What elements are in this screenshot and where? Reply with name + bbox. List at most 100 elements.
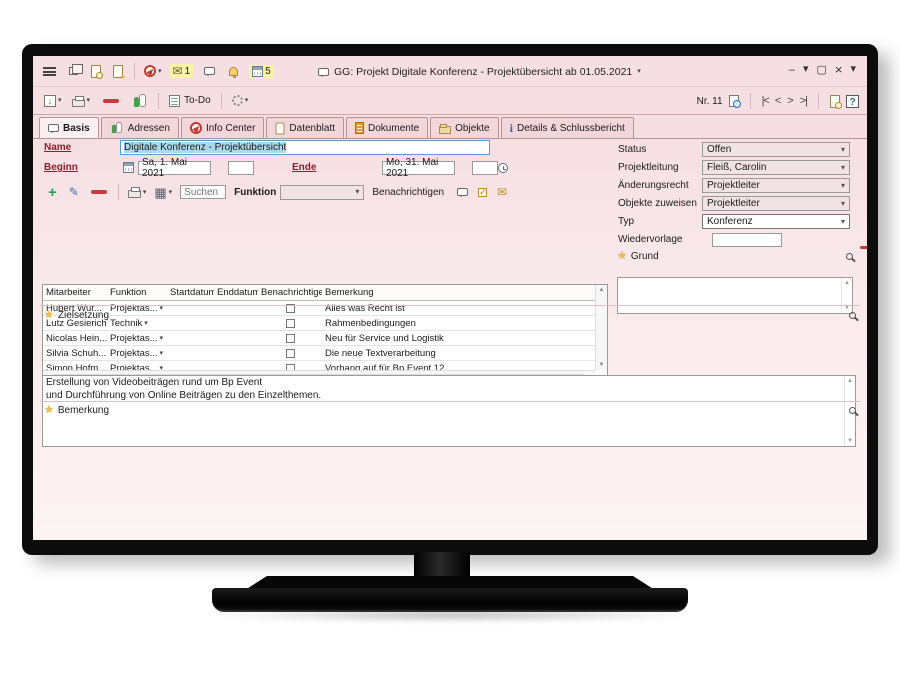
members-table: Mitarbeiter Funktion Startdatum Enddatum… (42, 284, 608, 384)
windows-icon[interactable] (69, 67, 78, 75)
menu-icon[interactable] (43, 67, 56, 76)
tab-datenblatt[interactable]: Datenblatt (266, 117, 344, 138)
content: Name Digitale Konferenz - Projektübersic… (33, 139, 867, 540)
ende-time-icon[interactable] (498, 163, 508, 173)
tab-label: Details & Schlussbericht (517, 123, 625, 134)
status-dropdown[interactable]: Offen▾ (702, 142, 850, 157)
add-member-button[interactable]: + (48, 185, 57, 200)
scroll-up-icon[interactable]: ▲ (599, 287, 605, 293)
tab-info-center[interactable]: Info Center (181, 117, 264, 138)
notify-checkbox-icon[interactable] (478, 188, 487, 197)
chevron-down-icon: ▾ (245, 97, 249, 104)
workflow-icon (232, 95, 243, 106)
cell-funktion[interactable]: Projektas...▾ (107, 333, 167, 344)
table-row[interactable]: Silvia Schuh... Projektas...▾ Die neue T… (43, 346, 595, 361)
cell-mitarbeiter: Nicolas Hein... (43, 333, 107, 344)
scroll-down-icon[interactable]: ▼ (599, 362, 605, 368)
chat-icon[interactable] (204, 67, 215, 75)
beginn-date-input[interactable]: Sa, 1. Mai 2021 (138, 161, 211, 175)
objekte-zuweisen-dropdown[interactable]: Projektleiter▾ (702, 196, 850, 211)
monitor-shadow (205, 608, 700, 622)
nav-prev-button[interactable]: < (775, 95, 781, 107)
minimize-options-icon[interactable]: ▾ (800, 64, 812, 75)
mail-badge-button[interactable]: ✉ 1 (170, 64, 194, 78)
wiedervorlage-input[interactable] (712, 233, 782, 247)
delete-button[interactable] (103, 99, 119, 103)
tab-dokumente[interactable]: Dokumente (346, 117, 428, 138)
schedule-icon[interactable] (830, 95, 840, 108)
edit-member-button[interactable]: ✎ (69, 186, 79, 198)
title-chevron-icon[interactable]: ▾ (637, 68, 641, 75)
wiedervorlage-clear-button[interactable] (860, 246, 867, 249)
name-input[interactable]: Digitale Konferenz - Projektübersicht (120, 140, 490, 155)
search-input[interactable] (180, 185, 226, 199)
minimize-button[interactable]: ‒ (786, 64, 798, 76)
notes-badge-button[interactable]: 5 (249, 65, 274, 78)
notify-checkbox[interactable] (286, 349, 295, 358)
notify-checkbox[interactable] (286, 334, 295, 343)
workflow-button[interactable]: ▾ (232, 95, 249, 106)
record-history-icon[interactable] (729, 95, 739, 107)
document-favorite-icon[interactable] (113, 65, 123, 78)
nav-last-button[interactable]: >| (800, 95, 807, 107)
addresses-icon (111, 123, 123, 133)
notify-mail-icon[interactable]: ✉ (497, 186, 507, 198)
star-icon: ★ (44, 405, 54, 416)
table-row[interactable]: Nicolas Hein... Projektas...▾ Neu für Se… (43, 331, 595, 346)
print-button[interactable]: ▾ (72, 95, 91, 107)
tab-details-schlussbericht[interactable]: i Details & Schlussbericht (501, 117, 634, 138)
col-header-funktion[interactable]: Funktion (107, 287, 167, 298)
cell-bemerkung: Neu für Service und Logistik (322, 333, 595, 344)
divider (818, 93, 819, 109)
grund-scrollbar[interactable]: ▲▼ (841, 278, 852, 313)
col-header-mitarbeiter[interactable]: Mitarbeiter (43, 287, 107, 298)
close-options-icon[interactable]: ▾ (847, 64, 859, 75)
nav-next-button[interactable]: > (787, 95, 793, 107)
aenderungsrecht-dropdown[interactable]: Projektleiter▾ (702, 178, 850, 193)
ende-time-input[interactable] (472, 161, 498, 175)
todo-button[interactable]: To-Do (169, 95, 211, 107)
maximize-button[interactable]: ▢ (813, 63, 829, 76)
funktion-value: Projektas... (110, 348, 158, 359)
cell-benachrichtigen (258, 334, 322, 343)
objekte-zuweisen-label: Objekte zuweisen (618, 198, 697, 209)
benachrichtigen-label: Benachrichtigen (372, 187, 444, 198)
tab-objekte[interactable]: Objekte (430, 117, 498, 138)
close-button[interactable]: × (832, 62, 846, 77)
zoom-bemerkung-icon[interactable] (849, 407, 856, 414)
info-center-button[interactable]: ▾ (144, 65, 162, 77)
table-view-button[interactable]: ▦ ▾ (154, 186, 172, 199)
zoom-zielsetzung-icon[interactable] (849, 312, 856, 319)
help-button[interactable]: ? (846, 95, 859, 108)
beginn-calendar-icon[interactable] (123, 162, 134, 173)
tab-adressen[interactable]: Adressen (101, 117, 179, 138)
typ-dropdown[interactable]: Konferenz▾ (702, 214, 850, 229)
bell-icon[interactable] (229, 67, 238, 76)
col-header-benachrichtigen[interactable]: Benachrichtigen (258, 287, 322, 298)
grund-textarea[interactable]: ▲▼ (617, 277, 853, 314)
col-header-enddatum[interactable]: Enddatum (214, 287, 258, 298)
people-icon[interactable] (133, 95, 147, 107)
tab-basis[interactable]: Basis (39, 117, 99, 138)
wiedervorlage-label: Wiedervorlage (618, 234, 682, 245)
col-header-bemerkung[interactable]: Bemerkung (322, 287, 595, 298)
table-vertical-scrollbar[interactable]: ▲▼ (595, 285, 607, 370)
nav-first-button[interactable]: |< (762, 95, 769, 107)
projektleitung-dropdown[interactable]: Fleiß, Carolin▾ (702, 160, 850, 175)
divider (158, 93, 159, 109)
beginn-time-input[interactable] (228, 161, 254, 175)
save-button[interactable]: ▾ (44, 95, 62, 107)
status-value: Offen (707, 144, 731, 155)
document-history-icon[interactable] (91, 65, 101, 78)
print-list-button[interactable]: ▾ (128, 186, 147, 198)
ende-date-input[interactable]: Mo, 31. Mai 2021 (382, 161, 455, 175)
mail-badge-count: 1 (185, 66, 191, 77)
funktion-filter-label: Funktion (234, 187, 276, 198)
remove-member-button[interactable] (91, 190, 107, 194)
status-label: Status (618, 144, 646, 155)
funktion-filter-dropdown[interactable]: ▾ (280, 185, 364, 200)
cell-funktion[interactable]: Projektas...▾ (107, 348, 167, 359)
notify-chat-icon[interactable] (457, 188, 468, 196)
zoom-grund-icon[interactable] (846, 253, 853, 260)
col-header-startdatum[interactable]: Startdatum (167, 287, 214, 298)
